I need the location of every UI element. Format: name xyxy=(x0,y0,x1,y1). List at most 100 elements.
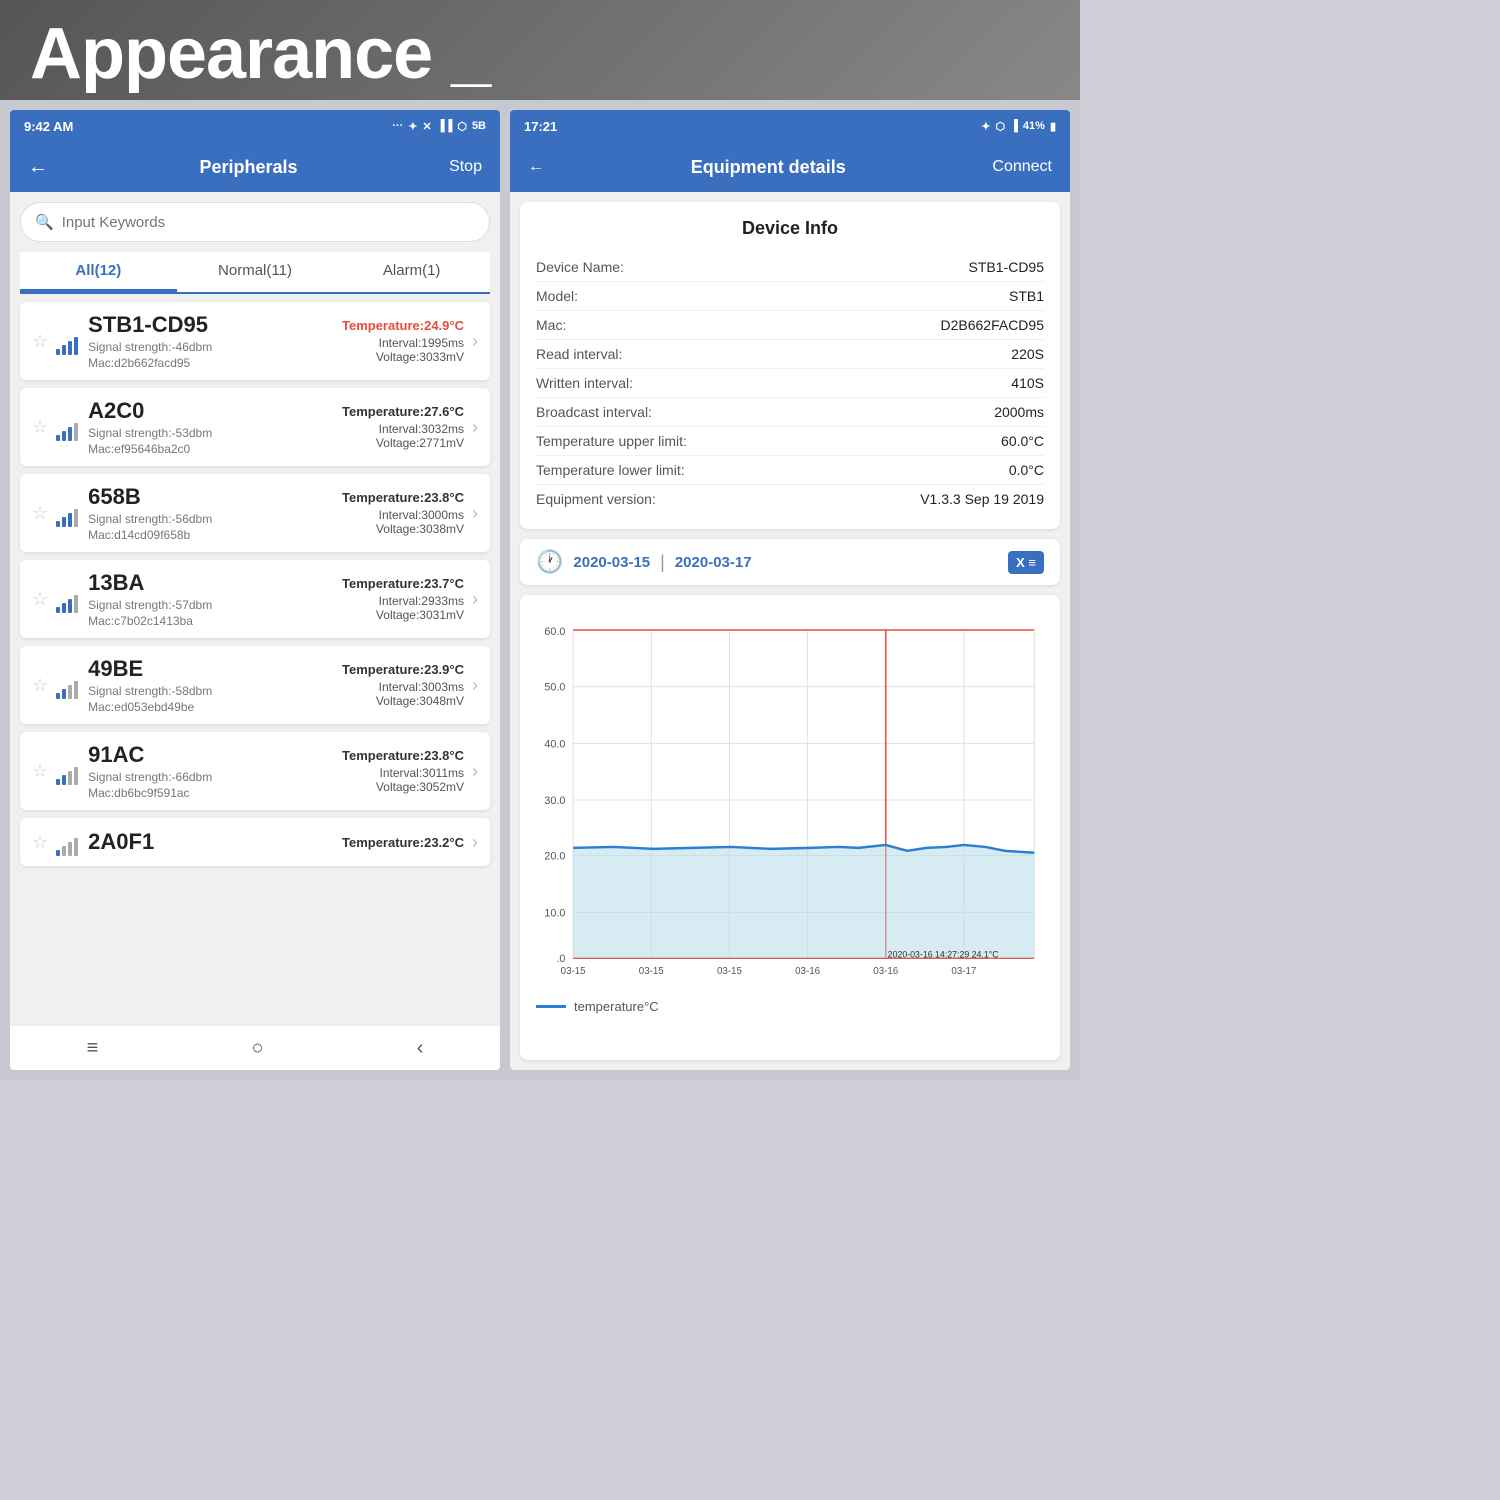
tab-normal[interactable]: Normal(11) xyxy=(177,252,334,292)
device-name: A2C0 xyxy=(88,398,342,424)
signal-icon xyxy=(56,757,78,785)
svg-text:30.0: 30.0 xyxy=(544,795,565,807)
device-name: 658B xyxy=(88,484,342,510)
tab-alarm[interactable]: Alarm(1) xyxy=(333,252,490,292)
info-row: Mac: D2B662FACD95 xyxy=(536,311,1044,340)
svg-text:03-15: 03-15 xyxy=(561,966,587,977)
chevron-right-icon: › xyxy=(472,503,478,524)
star-icon[interactable]: ☆ xyxy=(32,832,48,853)
star-icon[interactable]: ☆ xyxy=(32,761,48,782)
device-temperature: Temperature:24.9°C xyxy=(342,318,464,333)
left-status-bar: 9:42 AM ··· ✦ ✕ ▐▐ ⬡ 5B xyxy=(10,110,500,142)
info-row: Written interval: 410S xyxy=(536,369,1044,398)
right-content: Device Info Device Name: STB1-CD95 Model… xyxy=(510,192,1070,1070)
chart-card: 60.0 50.0 40.0 30.0 20.0 10.0 .0 xyxy=(520,595,1060,1060)
chevron-right-icon: › xyxy=(472,417,478,438)
info-value: 410S xyxy=(1011,375,1044,391)
search-input[interactable] xyxy=(62,214,475,231)
info-label: Temperature upper limit: xyxy=(536,433,687,449)
device-mac: Mac:ed053ebd49be xyxy=(88,700,342,714)
star-icon[interactable]: ☆ xyxy=(32,503,48,524)
legend-label: temperature°C xyxy=(574,999,659,1014)
list-item[interactable]: ☆ STB1-CD95 Signal strength:-46dbm Mac:d… xyxy=(20,302,490,380)
device-temperature: Temperature:23.8°C xyxy=(342,490,464,505)
svg-text:03-15: 03-15 xyxy=(639,966,665,977)
list-item[interactable]: ☆ 49BE Signal strength:-58dbm Mac:ed053e… xyxy=(20,646,490,724)
bottom-menu-icon[interactable]: ≡ xyxy=(87,1037,99,1060)
device-voltage: Voltage:3052mV xyxy=(342,780,464,794)
right-nav-bar: ← Equipment details Connect xyxy=(510,142,1070,192)
device-voltage: Voltage:2771mV xyxy=(342,436,464,450)
svg-text:2020-03-16 14:27:29 24.1°C: 2020-03-16 14:27:29 24.1°C xyxy=(888,949,999,959)
device-metrics: Temperature:23.8°C Interval:3011ms Volta… xyxy=(342,748,464,794)
device-signal: Signal strength:-46dbm xyxy=(88,340,342,354)
device-interval: Interval:2933ms xyxy=(342,594,464,608)
info-label: Device Name: xyxy=(536,259,624,275)
export-excel-button[interactable]: X ≡ xyxy=(1008,551,1044,574)
svg-text:20.0: 20.0 xyxy=(544,851,565,863)
star-icon[interactable]: ☆ xyxy=(32,589,48,610)
bottom-back-icon[interactable]: ‹ xyxy=(417,1037,424,1060)
device-temperature: Temperature:27.6°C xyxy=(342,404,464,419)
device-metrics: Temperature:23.2°C xyxy=(342,835,464,850)
chart-legend: temperature°C xyxy=(536,999,1044,1014)
list-item[interactable]: ☆ A2C0 Signal strength:-53dbm Mac:ef9564… xyxy=(20,388,490,466)
info-label: Broadcast interval: xyxy=(536,404,652,420)
info-row: Equipment version: V1.3.3 Sep 19 2019 xyxy=(536,485,1044,513)
device-name: STB1-CD95 xyxy=(88,312,342,338)
star-icon[interactable]: ☆ xyxy=(32,675,48,696)
device-signal: Signal strength:-57dbm xyxy=(88,598,342,612)
device-signal: Signal strength:-53dbm xyxy=(88,426,342,440)
star-icon[interactable]: ☆ xyxy=(32,417,48,438)
device-voltage: Voltage:3038mV xyxy=(342,522,464,536)
list-item[interactable]: ☆ 13BA Signal strength:-57dbm Mac:c7b02c… xyxy=(20,560,490,638)
right-status-bar: 17:21 ✦ ⬡ ▐ 41% ▮ xyxy=(510,110,1070,142)
search-icon: 🔍 xyxy=(35,213,54,231)
device-mac: Mac:ef95646ba2c0 xyxy=(88,442,342,456)
tab-all[interactable]: All(12) xyxy=(20,252,177,292)
temperature-chart: 60.0 50.0 40.0 30.0 20.0 10.0 .0 xyxy=(536,611,1044,991)
date-to[interactable]: 2020-03-17 xyxy=(675,554,752,571)
device-info: A2C0 Signal strength:-53dbm Mac:ef95646b… xyxy=(88,398,342,456)
device-info: 658B Signal strength:-56dbm Mac:d14cd09f… xyxy=(88,484,342,542)
left-nav-title: Peripherals xyxy=(200,157,298,178)
signal-icon xyxy=(56,499,78,527)
bottom-nav: ≡ ○ ‹ xyxy=(10,1025,500,1070)
device-info: 91AC Signal strength:-66dbm Mac:db6bc9f5… xyxy=(88,742,342,800)
date-from[interactable]: 2020-03-15 xyxy=(573,554,650,571)
info-value: STB1 xyxy=(1009,288,1044,304)
signal-icon xyxy=(56,828,78,856)
svg-text:60.0: 60.0 xyxy=(544,626,565,638)
left-nav-bar: ← Peripherals Stop xyxy=(10,142,500,192)
list-item[interactable]: ☆ 91AC Signal strength:-66dbm Mac:db6bc9… xyxy=(20,732,490,810)
list-item[interactable]: ☆ 658B Signal strength:-56dbm Mac:d14cd0… xyxy=(20,474,490,552)
device-metrics: Temperature:27.6°C Interval:3032ms Volta… xyxy=(342,404,464,450)
right-status-icons: ✦ ⬡ ▐ 41% ▮ xyxy=(981,120,1056,133)
signal-icon xyxy=(56,671,78,699)
device-mac: Mac:d2b662facd95 xyxy=(88,356,342,370)
svg-text:50.0: 50.0 xyxy=(544,682,565,694)
info-row: Broadcast interval: 2000ms xyxy=(536,398,1044,427)
svg-text:03-15: 03-15 xyxy=(717,966,743,977)
list-item[interactable]: ☆ 2A0F1 Temperature:23.2°C › xyxy=(20,818,490,866)
info-row: Temperature lower limit: 0.0°C xyxy=(536,456,1044,485)
info-value: 0.0°C xyxy=(1009,462,1044,478)
connect-button[interactable]: Connect xyxy=(992,158,1052,176)
device-temperature: Temperature:23.8°C xyxy=(342,748,464,763)
left-stop-button[interactable]: Stop xyxy=(449,158,482,176)
left-back-button[interactable]: ← xyxy=(28,156,48,179)
device-metrics: Temperature:24.9°C Interval:1995ms Volta… xyxy=(342,318,464,364)
info-value: STB1-CD95 xyxy=(969,259,1044,275)
device-signal: Signal strength:-56dbm xyxy=(88,512,342,526)
svg-text:03-16: 03-16 xyxy=(795,966,820,977)
search-bar: 🔍 xyxy=(20,202,490,242)
info-label: Temperature lower limit: xyxy=(536,462,685,478)
svg-text:03-17: 03-17 xyxy=(951,966,976,977)
right-back-button[interactable]: ← xyxy=(528,158,544,176)
star-icon[interactable]: ☆ xyxy=(32,331,48,352)
chevron-right-icon: › xyxy=(472,761,478,782)
left-status-icons: ··· ✦ ✕ ▐▐ ⬡ 5B xyxy=(392,120,486,133)
bottom-home-icon[interactable]: ○ xyxy=(251,1037,263,1060)
right-nav-title: Equipment details xyxy=(691,157,846,178)
chevron-right-icon: › xyxy=(472,589,478,610)
